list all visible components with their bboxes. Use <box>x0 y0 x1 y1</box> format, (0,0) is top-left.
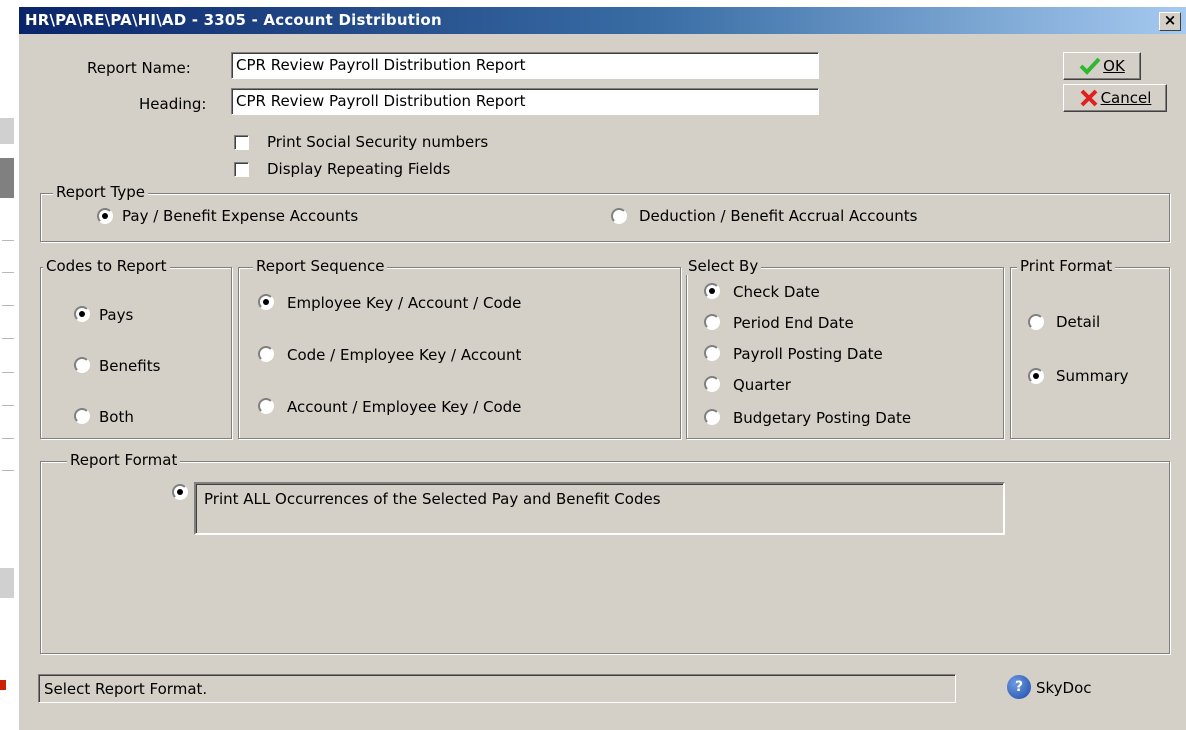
pay-benefit-expense-label: Pay / Benefit Expense Accounts <box>122 207 359 225</box>
print-all-occurrences-option[interactable]: Print ALL Occurrences of the Selected Pa… <box>194 482 1005 535</box>
check-date-radio[interactable] <box>704 283 720 299</box>
seq-code-employee-account-label: Code / Employee Key / Account <box>287 346 522 364</box>
cancel-label: Cancel <box>1100 89 1152 107</box>
period-end-date-radio[interactable] <box>704 314 720 330</box>
deduction-benefit-accrual-label: Deduction / Benefit Accrual Accounts <box>639 207 918 225</box>
seq-account-employee-code-radio[interactable] <box>258 398 274 414</box>
report-sequence-legend: Report Sequence <box>253 257 388 275</box>
summary-radio[interactable] <box>1028 368 1044 384</box>
title-bar[interactable]: HR\PA\RE\PA\HI\AD - 3305 - Account Distr… <box>19 7 1186 34</box>
both-label: Both <box>99 408 134 426</box>
print-format-legend: Print Format <box>1017 257 1116 275</box>
budgetary-posting-date-radio[interactable] <box>704 409 720 425</box>
seq-code-employee-account-radio[interactable] <box>258 346 274 362</box>
summary-label: Summary <box>1056 367 1129 385</box>
heading-input[interactable]: CPR Review Payroll Distribution Report <box>231 88 819 115</box>
both-radio[interactable] <box>74 408 90 424</box>
skydoc-label[interactable]: SkyDoc <box>1036 679 1092 697</box>
display-repeating-checkbox[interactable] <box>234 162 249 177</box>
benefits-radio[interactable] <box>74 357 90 373</box>
ok-button[interactable]: OK <box>1063 52 1141 80</box>
report-name-input[interactable]: CPR Review Payroll Distribution Report <box>231 52 819 79</box>
report-name-label: Report Name: <box>87 59 191 77</box>
display-repeating-label: Display Repeating Fields <box>267 160 451 178</box>
background-window-edge <box>0 0 18 730</box>
checkmark-icon <box>1079 57 1101 75</box>
select-by-legend: Select By <box>685 257 762 275</box>
seq-employee-account-code-label: Employee Key / Account / Code <box>287 294 522 312</box>
payroll-posting-date-label: Payroll Posting Date <box>733 345 883 363</box>
heading-label: Heading: <box>139 95 207 113</box>
codes-to-report-legend: Codes to Report <box>43 257 170 275</box>
pays-label: Pays <box>99 306 134 324</box>
report-type-group: Report Type Pay / Benefit Expense Accoun… <box>40 183 1170 242</box>
print-all-occurrences-radio[interactable] <box>172 484 188 500</box>
seq-account-employee-code-label: Account / Employee Key / Code <box>287 398 522 416</box>
codes-to-report-group: Codes to Report Pays Benefits Both <box>40 257 232 439</box>
ok-label: OK <box>1103 57 1125 75</box>
pays-radio[interactable] <box>74 306 90 322</box>
report-sequence-group: Report Sequence Employee Key / Account /… <box>238 257 681 439</box>
check-date-label: Check Date <box>733 283 820 301</box>
close-button[interactable]: × <box>1159 12 1181 31</box>
print-format-group: Print Format Detail Summary <box>1010 257 1170 439</box>
deduction-benefit-accrual-radio[interactable] <box>611 208 627 224</box>
window-title: HR\PA\RE\PA\HI\AD - 3305 - Account Distr… <box>25 11 442 29</box>
detail-radio[interactable] <box>1028 314 1044 330</box>
help-icon[interactable]: ? <box>1007 675 1031 699</box>
benefits-label: Benefits <box>99 357 161 375</box>
red-x-icon <box>1080 89 1097 107</box>
report-format-legend: Report Format <box>67 451 181 469</box>
cancel-button[interactable]: Cancel <box>1063 84 1167 112</box>
report-type-legend: Report Type <box>53 183 148 201</box>
payroll-posting-date-radio[interactable] <box>704 345 720 361</box>
select-by-group: Select By Check Date Period End Date Pay… <box>685 257 1004 439</box>
pay-benefit-expense-radio[interactable] <box>97 208 113 224</box>
seq-employee-account-code-radio[interactable] <box>258 294 274 310</box>
account-distribution-dialog: HR\PA\RE\PA\HI\AD - 3305 - Account Distr… <box>18 7 1186 730</box>
quarter-radio[interactable] <box>704 376 720 392</box>
print-ssn-checkbox[interactable] <box>234 135 249 150</box>
budgetary-posting-date-label: Budgetary Posting Date <box>733 409 912 427</box>
status-bar: Select Report Format. <box>38 674 956 703</box>
print-ssn-label: Print Social Security numbers <box>267 133 489 151</box>
quarter-label: Quarter <box>733 376 791 394</box>
period-end-date-label: Period End Date <box>733 314 854 332</box>
detail-label: Detail <box>1056 313 1101 331</box>
